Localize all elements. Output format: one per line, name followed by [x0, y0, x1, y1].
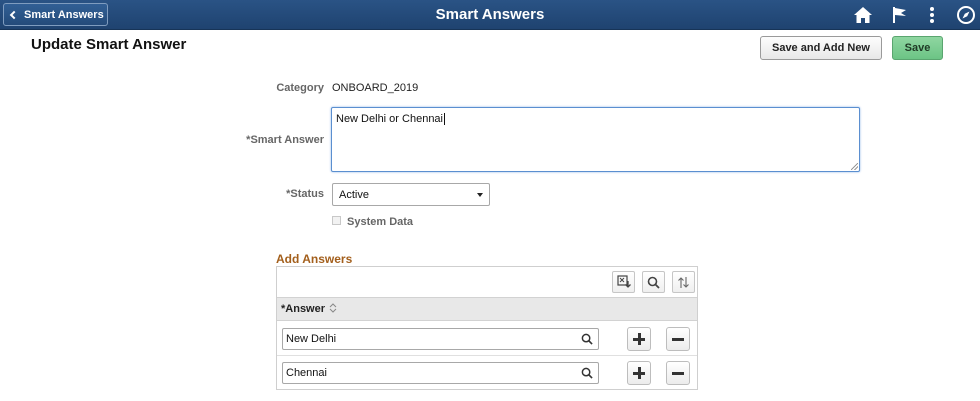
text-caret — [444, 113, 445, 126]
system-data-label: System Data — [347, 216, 414, 228]
add-row-button[interactable] — [627, 327, 651, 351]
flag-icon[interactable] — [888, 4, 910, 26]
lookup-search-icon[interactable] — [581, 333, 593, 348]
page-title: Update Smart Answer — [31, 36, 187, 53]
search-icon[interactable] — [642, 271, 665, 293]
table-row: Chennai — [277, 356, 697, 390]
minus-icon — [672, 367, 684, 379]
add-row-button[interactable] — [627, 361, 651, 385]
delete-row-button[interactable] — [666, 327, 690, 351]
status-select[interactable]: Active — [332, 183, 490, 206]
status-label-text: Status — [290, 188, 324, 200]
sort-toggle-icon[interactable] — [329, 302, 337, 316]
chevron-left-icon — [9, 10, 19, 20]
smart-answer-textarea[interactable]: New Delhi or Chennai — [331, 107, 860, 172]
top-banner: Smart Answers Smart Answers — [0, 0, 980, 30]
banner-title: Smart Answers — [435, 6, 545, 23]
lookup-search-icon[interactable] — [581, 367, 593, 382]
status-label: *Status — [200, 188, 324, 200]
answer-value: Chennai — [286, 367, 327, 379]
answers-grid: * Answer New Delhi Chennai — [276, 266, 698, 390]
smart-answer-text: New Delhi or Chennai — [336, 113, 443, 125]
answer-value: New Delhi — [286, 333, 337, 345]
save-button[interactable]: Save — [892, 36, 943, 60]
compass-icon[interactable] — [955, 4, 977, 26]
minus-icon — [672, 333, 684, 345]
answer-column-header[interactable]: * Answer — [277, 297, 697, 321]
grid-toolbar — [277, 267, 697, 296]
system-data-checkbox[interactable] — [332, 216, 341, 225]
resize-grip-icon[interactable] — [851, 163, 858, 170]
back-button-label: Smart Answers — [24, 8, 104, 21]
table-row: New Delhi — [277, 322, 697, 356]
save-and-add-new-button[interactable]: Save and Add New — [760, 36, 882, 60]
answer-column-label: Answer — [285, 303, 326, 315]
sort-icon[interactable] — [672, 271, 695, 293]
answer-input[interactable]: New Delhi — [282, 328, 599, 350]
smart-answer-label: *Smart Answer — [200, 134, 324, 146]
back-button[interactable]: Smart Answers — [3, 3, 108, 26]
smart-answer-label-text: Smart Answer — [250, 134, 324, 146]
export-icon[interactable] — [612, 271, 635, 293]
status-selected-value: Active — [339, 188, 369, 201]
category-value: ONBOARD_2019 — [332, 82, 419, 94]
add-answers-title: Add Answers — [276, 252, 353, 266]
answer-input[interactable]: Chennai — [282, 362, 599, 384]
delete-row-button[interactable] — [666, 361, 690, 385]
category-label: Category — [276, 82, 324, 94]
more-vertical-icon[interactable] — [921, 4, 943, 26]
home-icon[interactable] — [852, 4, 874, 26]
plus-icon — [633, 333, 645, 345]
dropdown-arrow-icon — [477, 192, 483, 197]
plus-icon — [633, 367, 645, 379]
